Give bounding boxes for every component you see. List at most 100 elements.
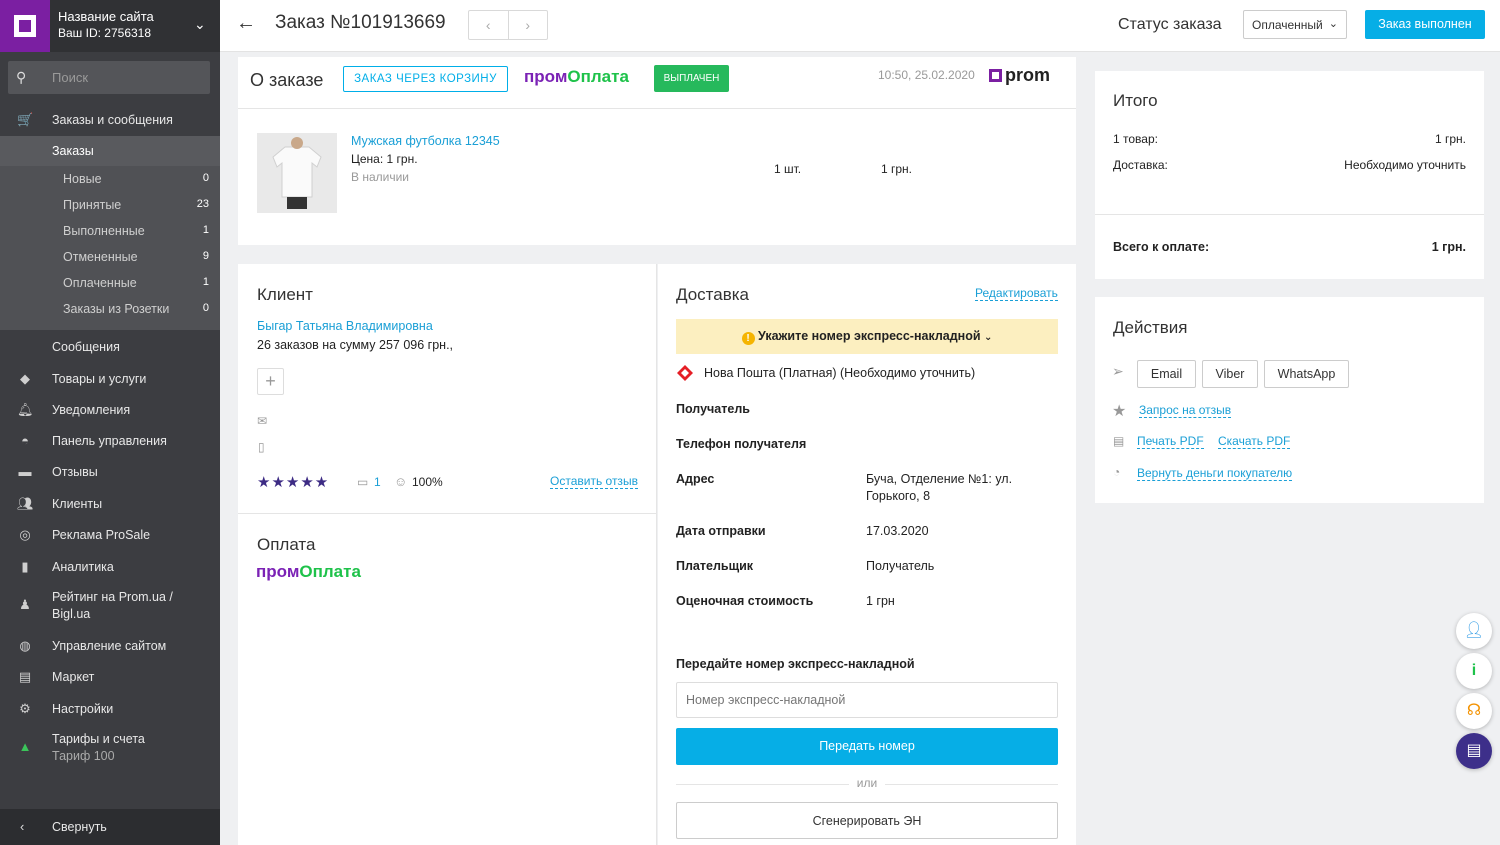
status-value: Оплаченный bbox=[1252, 18, 1323, 32]
sidebar-item-notifications[interactable]: 🔔︎ Уведомления bbox=[0, 395, 220, 425]
info-icon[interactable]: i bbox=[1456, 653, 1492, 689]
sidebar-subitem-rozetka[interactable]: Заказы из Розетки 0 bbox=[0, 296, 220, 330]
sidebar-item-reviews[interactable]: ▬ Отзывы bbox=[0, 457, 220, 487]
sidebar-subitem-label: Принятые bbox=[63, 198, 122, 212]
status-label: Статус заказа bbox=[1118, 16, 1222, 33]
count-badge: 0 bbox=[202, 302, 209, 314]
sidebar-item-label: Сообщения bbox=[52, 340, 120, 354]
sidebar-item-label: Клиенты bbox=[52, 497, 103, 511]
download-pdf-link[interactable]: Скачать PDF bbox=[1218, 434, 1291, 449]
site-switcher[interactable]: Название сайта Ваш ID: 2756318 ⌄ bbox=[0, 0, 220, 52]
positive-percent: 100% bbox=[412, 475, 443, 489]
chevron-down-icon: ⌄ bbox=[1328, 18, 1338, 30]
top-bar: ← Заказ №101913669 ‹ › Статус заказа Опл… bbox=[220, 0, 1500, 52]
chat-icon[interactable]: ▤ bbox=[1456, 733, 1492, 769]
sidebar-item-market[interactable]: ▤ Маркет bbox=[0, 662, 220, 692]
send-number-button[interactable]: Передать номер bbox=[676, 728, 1058, 765]
sidebar-item-label: Настройки bbox=[52, 702, 114, 716]
sidebar-subitem-label: Выполненные bbox=[63, 224, 145, 238]
chart-icon: ▮ bbox=[21, 559, 29, 574]
back-arrow-icon[interactable]: ← bbox=[236, 12, 256, 35]
chevron-down-icon[interactable]: ⌄ bbox=[194, 16, 206, 33]
count-badge: 9 bbox=[202, 250, 209, 262]
address-line2: Горького, 8 bbox=[866, 489, 931, 503]
cart-icon: 🛒 bbox=[17, 112, 34, 127]
reviews-count[interactable]: 1 bbox=[374, 475, 381, 489]
viber-button[interactable]: Viber bbox=[1202, 360, 1258, 388]
sidebar-item-orders-messages[interactable]: 🛒 Заказы и сообщения bbox=[0, 105, 220, 135]
gear-icon: ⚙ bbox=[19, 701, 31, 716]
leave-review-link[interactable]: Оставить отзыв bbox=[550, 474, 638, 489]
section-title: Итого bbox=[1113, 91, 1158, 110]
sidebar-item-orders[interactable]: Заказы bbox=[0, 136, 220, 166]
bell-icon: 🔔︎ bbox=[17, 402, 34, 417]
sidebar-item-label: Рейтинг на Prom.ua / bbox=[52, 590, 173, 604]
email-button[interactable]: Email bbox=[1137, 360, 1196, 388]
sidebar-item-label: Bigl.ua bbox=[52, 607, 91, 621]
user-support-icon[interactable]: 👤︎ bbox=[1456, 613, 1492, 649]
order-pager: ‹ › bbox=[468, 10, 548, 40]
search-placeholder: Поиск bbox=[52, 70, 89, 85]
sidebar-item-products[interactable]: ◆ Товары и услуги bbox=[0, 364, 220, 394]
sidebar-subitem-cancelled[interactable]: Отмененные 9 bbox=[0, 244, 220, 270]
headset-icon[interactable]: ☊ bbox=[1456, 693, 1492, 729]
next-order-button[interactable]: › bbox=[509, 11, 548, 39]
client-name-link[interactable]: Быгар Татьяна Владимировна bbox=[257, 319, 433, 333]
sidebar-item-rating[interactable]: ♟ Рейтинг на Prom.ua / Bigl.ua bbox=[0, 583, 220, 627]
tag-icon: ◆ bbox=[20, 371, 30, 386]
edit-delivery-link[interactable]: Редактировать bbox=[975, 286, 1058, 301]
product-qty: 1 шт. bbox=[774, 162, 802, 176]
order-done-button[interactable]: Заказ выполнен bbox=[1365, 10, 1485, 39]
sidebar-item-tariffs[interactable]: ▲ Тарифы и счета Тариф 100 bbox=[0, 725, 220, 769]
whatsapp-button[interactable]: WhatsApp bbox=[1264, 360, 1349, 388]
phone-icon[interactable]: ▯ bbox=[258, 440, 265, 454]
prev-order-button[interactable]: ‹ bbox=[469, 11, 509, 39]
sidebar-subitem-paid[interactable]: Оплаченные 1 bbox=[0, 270, 220, 296]
delivery-label: Доставка: bbox=[1113, 158, 1168, 172]
waybill-number-input[interactable] bbox=[676, 682, 1058, 718]
page-title: Заказ №101913669 bbox=[275, 12, 446, 33]
count-badge: 1 bbox=[202, 224, 209, 236]
collapse-sidebar-button[interactable]: ‹ Свернуть bbox=[0, 809, 220, 845]
product-image[interactable] bbox=[257, 133, 337, 213]
sidebar-item-prosale[interactable]: ◎ Реклама ProSale bbox=[0, 520, 220, 550]
delivery-card: Доставка Редактировать ! Укажите номер э… bbox=[658, 264, 1076, 845]
sidebar-subitem-completed[interactable]: Выполненные 1 bbox=[0, 218, 220, 244]
review-request-link[interactable]: Запрос на отзыв bbox=[1139, 403, 1232, 418]
sidebar-item-analytics[interactable]: ▮ Аналитика bbox=[0, 552, 220, 582]
print-pdf-link[interactable]: Печать PDF bbox=[1137, 434, 1204, 449]
cart-order-badge: ЗАКАЗ ЧЕРЕЗ КОРЗИНУ bbox=[343, 66, 508, 92]
waybill-warning[interactable]: ! Укажите номер экспресс-накладной ⌄ bbox=[676, 319, 1058, 354]
sidebar-item-dashboard[interactable]: ◓ Панель управления bbox=[0, 426, 220, 456]
address-line1: Буча, Отделение №1: ул. bbox=[866, 472, 1013, 486]
sidebar-item-settings[interactable]: ⚙ Настройки bbox=[0, 694, 220, 724]
product-sum: 1 грн. bbox=[881, 162, 913, 176]
sidebar-subitem-new[interactable]: Новые 0 bbox=[0, 166, 220, 192]
product-link[interactable]: Мужская футболка 12345 bbox=[351, 134, 500, 148]
search-input[interactable]: ⚲ Поиск bbox=[8, 61, 210, 94]
generate-waybill-button[interactable]: Сгенерировать ЭН bbox=[676, 802, 1058, 839]
total-value: 1 грн. bbox=[1431, 240, 1466, 254]
gauge-icon: ◓ bbox=[21, 433, 29, 448]
actions-card: Действия ➢ Email Viber WhatsApp ★ Запрос… bbox=[1095, 297, 1484, 503]
sidebar-item-clients[interactable]: 👥︎ Клиенты bbox=[0, 489, 220, 519]
product-price: Цена: 1 грн. bbox=[351, 152, 418, 166]
refund-icon: ◔ bbox=[1113, 465, 1121, 479]
count-badge: 1 bbox=[202, 276, 209, 288]
or-divider: или bbox=[849, 776, 885, 790]
mail-icon[interactable]: ✉ bbox=[257, 414, 267, 428]
sidebar-item-label: Товары и услуги bbox=[52, 372, 147, 386]
client-card: Клиент Быгар Татьяна Владимировна 26 зак… bbox=[238, 264, 657, 513]
add-contact-button[interactable]: + bbox=[257, 368, 284, 395]
sidebar-item-site-management[interactable]: ◍ Управление сайтом bbox=[0, 631, 220, 661]
section-title: Оплата bbox=[257, 535, 316, 554]
comment-icon: ▬ bbox=[18, 464, 32, 479]
star-icon: ★ bbox=[1112, 403, 1127, 420]
refund-link[interactable]: Вернуть деньги покупателю bbox=[1137, 466, 1293, 481]
sidebar-subitem-label: Оплаченные bbox=[63, 276, 137, 290]
delivery-value: Необходимо уточнить bbox=[1344, 158, 1466, 172]
ship-date-label: Дата отправки bbox=[676, 524, 766, 538]
sidebar-subitem-accepted[interactable]: Принятые 23 bbox=[0, 192, 220, 218]
sidebar-item-messages[interactable]: Сообщения bbox=[0, 332, 220, 362]
status-select[interactable]: Оплаченный ⌄ bbox=[1243, 10, 1347, 39]
